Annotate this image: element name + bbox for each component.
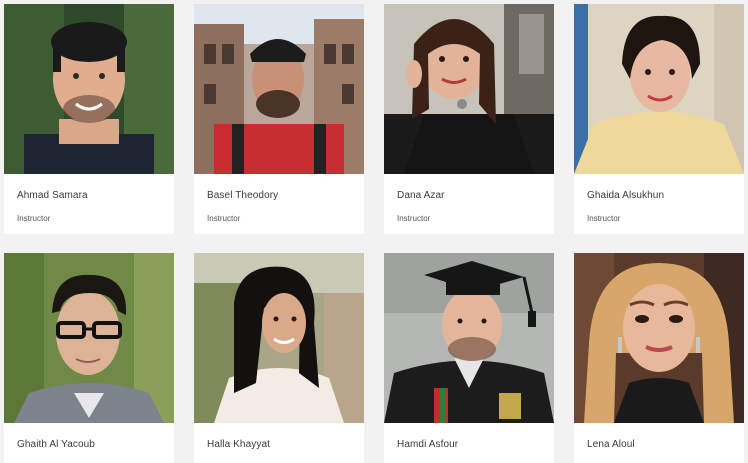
instructor-role: Instructor <box>587 214 621 223</box>
instructor-card[interactable]: Basel Theodory Instructor <box>194 4 364 234</box>
instructor-photo[interactable] <box>194 4 364 174</box>
instructor-role: Instructor <box>17 214 51 223</box>
instructor-card[interactable]: Halla Khayyat <box>194 253 364 463</box>
instructor-name[interactable]: Ghaida Alsukhun <box>587 190 664 201</box>
instructor-name[interactable]: Ahmad Samara <box>17 190 88 201</box>
instructor-photo[interactable] <box>574 4 744 174</box>
instructor-card[interactable]: Ahmad Samara Instructor <box>4 4 174 234</box>
instructor-grid: Ahmad Samara Instructor Basel Theodory I… <box>0 0 748 463</box>
instructor-photo[interactable] <box>194 253 364 423</box>
instructor-photo[interactable] <box>4 253 174 423</box>
instructor-role: Instructor <box>397 214 431 223</box>
instructor-card[interactable]: Dana Azar Instructor <box>384 4 554 234</box>
instructor-name[interactable]: Dana Azar <box>397 190 445 201</box>
instructor-photo[interactable] <box>574 253 744 423</box>
instructor-name[interactable]: Ghaith Al Yacoub <box>17 439 95 450</box>
instructor-photo[interactable] <box>384 253 554 423</box>
instructor-photo[interactable] <box>4 4 174 174</box>
instructor-card[interactable]: Lena Aloul <box>574 253 744 463</box>
instructor-photo[interactable] <box>384 4 554 174</box>
instructor-name[interactable]: Hamdi Asfour <box>397 439 458 450</box>
instructor-card[interactable]: Ghaith Al Yacoub <box>4 253 174 463</box>
instructor-card[interactable]: Ghaida Alsukhun Instructor <box>574 4 744 234</box>
instructor-name[interactable]: Basel Theodory <box>207 190 278 201</box>
instructor-name[interactable]: Lena Aloul <box>587 439 635 450</box>
instructor-card[interactable]: Hamdi Asfour <box>384 253 554 463</box>
instructor-role: Instructor <box>207 214 241 223</box>
instructor-name[interactable]: Halla Khayyat <box>207 439 270 450</box>
